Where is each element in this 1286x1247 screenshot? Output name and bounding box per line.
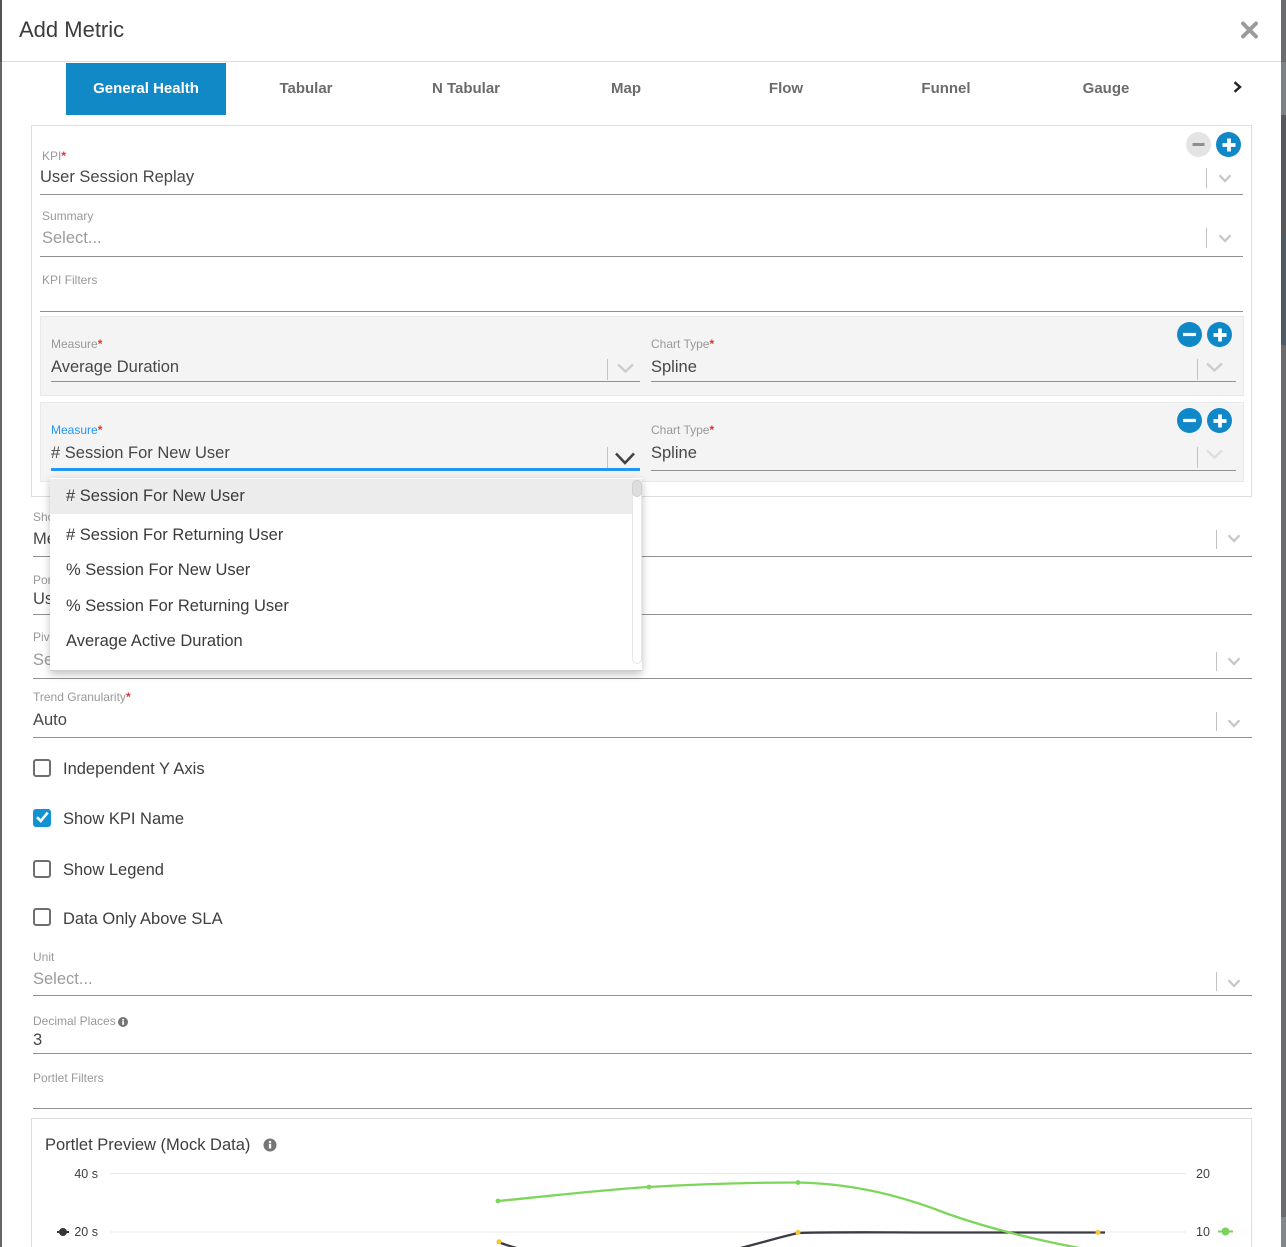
svg-text:40 s: 40 s [74,1167,98,1181]
svg-text:10: 10 [1196,1225,1210,1239]
svg-text:20 s: 20 s [74,1225,98,1239]
svg-text:20: 20 [1196,1167,1210,1181]
